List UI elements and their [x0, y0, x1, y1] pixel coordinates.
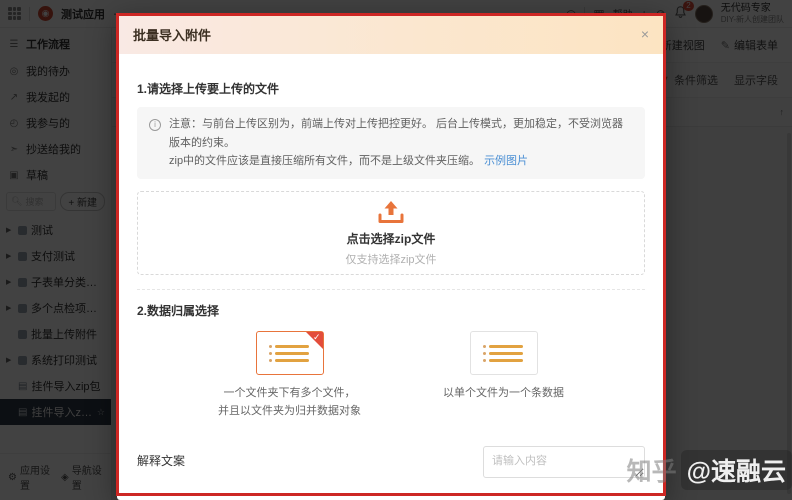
note-line1: 注意：与前台上传区别为，前端上传对上传把控更好。 后台上传模式，更加稳定，不受浏…: [169, 118, 624, 149]
explanation-textarea[interactable]: [483, 446, 645, 479]
option-folder-label: 一个文件夹下有多个文件， 并且以文件夹为归并数据对象: [218, 387, 361, 417]
check-icon: ✓: [312, 332, 321, 343]
modal-title: 批量导入附件: [133, 27, 212, 43]
option-single-file: 以单个文件为一个条数据: [443, 331, 564, 420]
section2-title: 2.数据归属选择: [137, 304, 220, 319]
zip-upload-dropzone[interactable]: 点击选择zip文件 仅支持选择zip文件: [137, 191, 645, 276]
batch-import-modal: 批量导入附件 × 1.请选择上传要上传的文件 i 注意：与前台上传区别为，前端上…: [117, 14, 665, 500]
form-row-explanation: 解释文案: [137, 446, 645, 481]
watermark-site: 知乎: [626, 458, 677, 486]
explanation-label: 解释文案: [137, 454, 186, 469]
section1-title: 1.请选择上传要上传的文件: [137, 82, 280, 96]
upload-sub-text: 仅支持选择zip文件: [345, 254, 437, 267]
note-line2-wrap: zip中的文件应该是直接压缩所有文件，而不是上级文件夹压缩。 示例图片: [169, 152, 633, 171]
modal-header: 批量导入附件 ×: [117, 14, 665, 54]
option-folder-card[interactable]: ✓: [255, 331, 324, 376]
example-image-link[interactable]: 示例图片: [484, 155, 528, 167]
dashed-divider: [137, 289, 645, 291]
option-single-card[interactable]: [469, 331, 538, 376]
upload-main-text: 点击选择zip文件: [346, 232, 436, 247]
note-box: i 注意：与前台上传区别为，前端上传对上传把控更好。 后台上传模式，更加稳定，不…: [137, 107, 645, 180]
upload-icon: [378, 201, 404, 224]
watermark-handle: @速融云: [680, 450, 792, 490]
data-ownership-options: ✓ 一个文件夹下有多个文件， 并且以文件夹为归并数据对象 以单个文件为一个条数据: [137, 331, 645, 420]
close-icon[interactable]: ×: [641, 27, 649, 41]
note-line2: zip中的文件应该是直接压缩所有文件，而不是上级文件夹压缩。: [169, 155, 481, 168]
note-text: 注意：与前台上传区别为，前端上传对上传把控更好。 后台上传模式，更加稳定，不受浏…: [169, 115, 633, 171]
info-icon: i: [149, 119, 161, 131]
watermark: 知乎 @速融云: [627, 450, 792, 490]
option-single-label: 以单个文件为一个条数据: [443, 387, 564, 400]
option-folder-merge: ✓ 一个文件夹下有多个文件， 并且以文件夹为归并数据对象: [218, 331, 361, 420]
modal-body: 1.请选择上传要上传的文件 i 注意：与前台上传区别为，前端上传对上传把控更好。…: [117, 54, 665, 500]
